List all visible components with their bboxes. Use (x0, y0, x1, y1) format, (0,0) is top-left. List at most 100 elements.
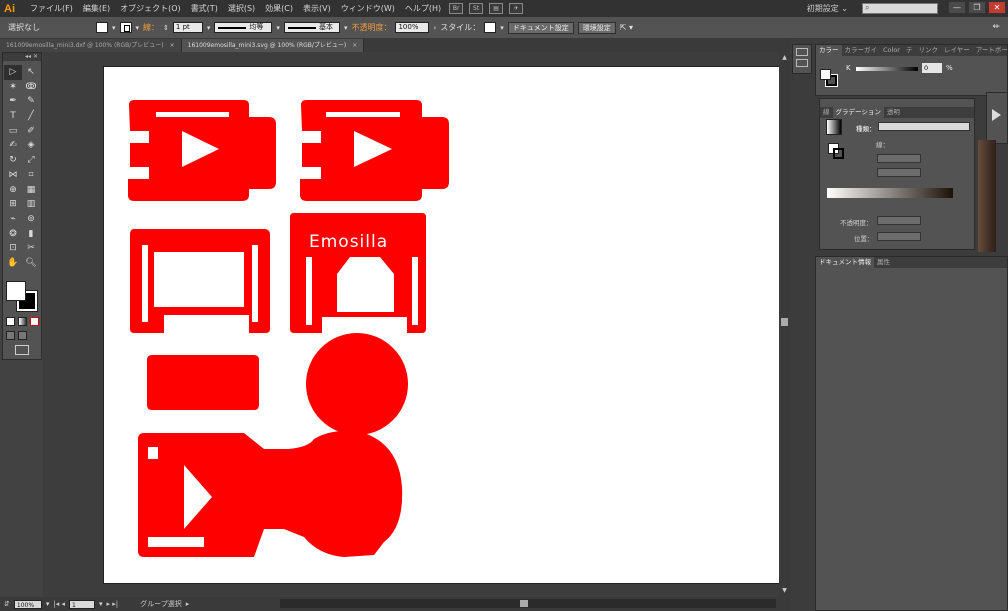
play-icon[interactable] (992, 109, 1001, 121)
gpu-performance-icon[interactable]: ✈ (509, 3, 524, 14)
gradient-type-select[interactable] (878, 122, 970, 131)
workspace-switcher[interactable]: 初期設定 ⌄ (807, 3, 848, 14)
tab-gradient[interactable]: グラデーション (832, 107, 884, 118)
panel-icon[interactable] (796, 59, 808, 67)
brush-definition[interactable]: 基本 (283, 22, 340, 33)
k-slider[interactable] (856, 67, 918, 71)
column-graph-tool-icon[interactable]: ▮ (22, 227, 40, 242)
chevron-down-icon[interactable]: ▾ (46, 600, 50, 608)
menu-edit[interactable]: 編集(E) (78, 3, 115, 14)
status-menu-icon[interactable]: ▸ (186, 600, 190, 608)
artwork[interactable]: Emosilla (104, 67, 781, 585)
line-tool-icon[interactable]: ╱ (22, 109, 40, 124)
color-mode-icon[interactable] (6, 317, 15, 326)
bridge-icon[interactable]: Br (449, 3, 464, 14)
eraser-tool-icon[interactable]: ◈ (22, 138, 40, 153)
scroll-thumb[interactable] (781, 318, 788, 326)
restore-button[interactable]: ❐ (968, 1, 986, 14)
navigator-panel-collapsed[interactable] (986, 92, 1008, 144)
scale-tool-icon[interactable]: ⤢ (22, 153, 40, 168)
draw-normal-icon[interactable] (6, 331, 15, 340)
artboard-tool-icon[interactable]: ⊡ (4, 241, 22, 256)
free-transform-tool-icon[interactable]: ⌗ (22, 168, 40, 183)
opacity-field[interactable]: 100% (395, 22, 430, 33)
tab-color-guide[interactable]: カラーガイ (842, 45, 881, 56)
panel-menu-icon[interactable]: ⇷ (992, 22, 1000, 32)
chevron-down-icon[interactable]: ▾ (344, 24, 348, 32)
stepper-icon[interactable]: ⇕ (163, 24, 169, 32)
tab-transparency[interactable]: 透明 (884, 107, 903, 118)
close-icon[interactable]: × (352, 42, 357, 49)
chevron-down-icon[interactable]: ▾ (136, 24, 140, 32)
rotate-tool-icon[interactable]: ↻ (4, 153, 22, 168)
gradient-preview-swatch[interactable] (826, 119, 842, 135)
tab-color[interactable]: カラー (816, 45, 842, 56)
menu-object[interactable]: オブジェクト(O) (115, 3, 186, 14)
first-page-icon[interactable]: |◂ ◂ (53, 600, 65, 608)
stock-icon[interactable]: St (469, 3, 484, 14)
menu-help[interactable]: ヘルプ(H) (400, 3, 446, 14)
tab-links[interactable]: リンク (915, 45, 941, 56)
tab-te[interactable]: テ (903, 45, 916, 56)
magic-wand-tool-icon[interactable]: ✶ (4, 80, 22, 95)
variable-width-profile[interactable]: 均等 (214, 22, 273, 33)
gradient-aspect-field[interactable] (877, 168, 921, 177)
menu-window[interactable]: ウィンドウ(W) (336, 3, 400, 14)
scroll-down-icon[interactable]: ▼ (780, 587, 789, 595)
menu-select[interactable]: 選択(S) (223, 3, 260, 14)
collapsed-panel-strip[interactable] (792, 44, 812, 74)
isolate-icon[interactable]: ⇱ ▾ (620, 23, 633, 32)
k-value-field[interactable]: 0 (922, 63, 942, 73)
screen-mode-icon[interactable] (15, 345, 29, 355)
gradient-mode-icon[interactable] (18, 317, 27, 326)
lasso-tool-icon[interactable]: ↂ (22, 80, 40, 95)
opacity-label[interactable]: 不透明度： (351, 22, 391, 33)
selection-tool-icon[interactable]: ▷ (4, 65, 22, 80)
chevron-down-icon[interactable]: ▾ (207, 24, 211, 32)
document-tab[interactable]: 161009emosilla_mini3.dxf @ 100% (RGB/プレビ… (0, 39, 182, 52)
collapse-icon[interactable]: ◂◂ ✕ (3, 53, 41, 61)
menu-file[interactable]: ファイル(F) (25, 3, 78, 14)
stroke-label[interactable]: 線： (143, 22, 159, 33)
tab-artboards[interactable]: アートボー (973, 45, 1008, 56)
tab-attributes[interactable]: 属性 (874, 257, 893, 268)
tab-layers[interactable]: レイヤー (941, 45, 973, 56)
gradient-slider[interactable] (827, 188, 953, 198)
chevron-right-icon[interactable]: › (433, 24, 436, 32)
zoom-field[interactable]: 100% (13, 599, 42, 609)
none-mode-icon[interactable] (30, 317, 39, 326)
shape-builder-tool-icon[interactable]: ⊕ (4, 183, 22, 198)
artboard-number-field[interactable]: 1 (69, 599, 96, 609)
minimize-button[interactable]: — (948, 1, 966, 14)
preferences-button[interactable]: 環境設定 (577, 21, 616, 34)
graphic-style-swatch[interactable] (484, 22, 497, 33)
menu-view[interactable]: 表示(V) (298, 3, 336, 14)
gradient-angle-field[interactable] (877, 154, 921, 163)
slice-tool-icon[interactable]: ✂ (22, 241, 40, 256)
gradient-tool-icon[interactable]: ▥ (22, 197, 40, 212)
rectangle-tool-icon[interactable]: ▭ (4, 124, 22, 139)
type-tool-icon[interactable]: T (4, 109, 22, 124)
perspective-grid-tool-icon[interactable]: ▦ (22, 183, 40, 198)
gradient-stroke-swatch[interactable] (833, 148, 844, 159)
fill-color-swatch[interactable] (6, 281, 26, 301)
hand-tool-icon[interactable]: ✋ (4, 256, 22, 271)
symbol-sprayer-tool-icon[interactable]: ❂ (4, 227, 22, 242)
blend-tool-icon[interactable]: ⊚ (22, 212, 40, 227)
chevron-down-icon[interactable]: ▾ (500, 24, 504, 32)
artboard[interactable]: Emosilla (103, 66, 780, 584)
tab-document-info[interactable]: ドキュメント情報 (816, 257, 874, 268)
paintbrush-tool-icon[interactable]: ✐ (22, 124, 40, 139)
horizontal-scrollbar[interactable] (280, 599, 776, 608)
tab-stroke[interactable]: 線 (820, 107, 833, 118)
width-tool-icon[interactable]: ⋈ (4, 168, 22, 183)
stroke-weight-field[interactable]: 1 pt (172, 22, 203, 33)
close-icon[interactable]: × (170, 42, 175, 49)
tab-color-themes[interactable]: Color (880, 45, 903, 56)
fill-swatch[interactable] (96, 22, 108, 33)
close-window-button[interactable]: ✕ (988, 1, 1006, 14)
chevron-down-icon[interactable]: ▾ (112, 24, 116, 32)
arrange-documents-icon[interactable]: ▤ (489, 3, 504, 14)
curvature-tool-icon[interactable]: ✎ (22, 94, 40, 109)
zoom-menu-icon[interactable]: ⇵ (4, 600, 10, 608)
